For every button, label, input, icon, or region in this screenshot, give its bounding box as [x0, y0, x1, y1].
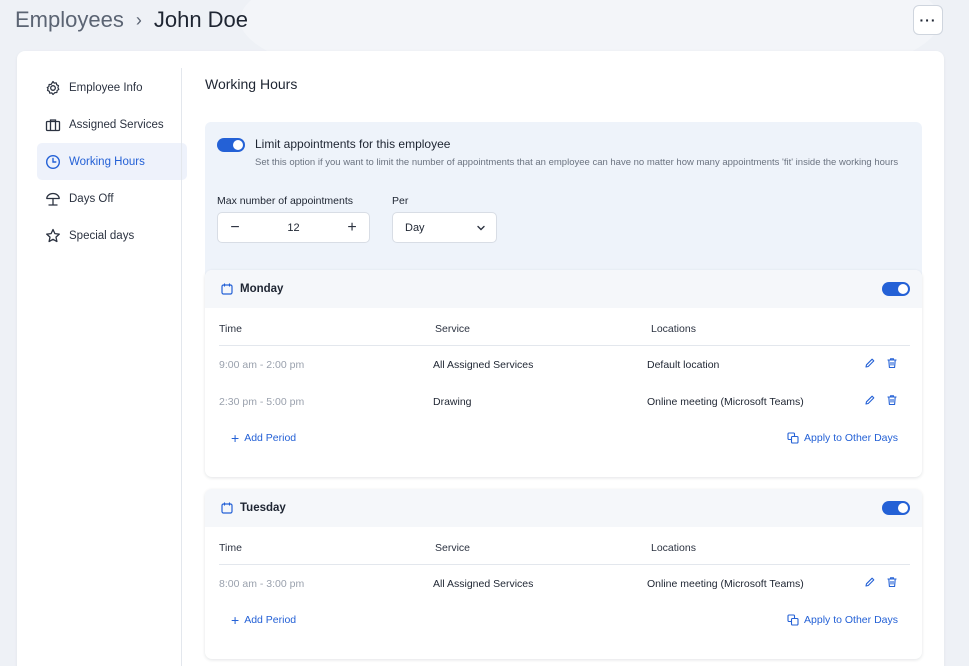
- period-time: 8:00 am - 3:00 pm: [219, 578, 305, 590]
- day-header: Monday: [205, 270, 922, 308]
- decrement-button[interactable]: −: [228, 219, 242, 237]
- employee-card: Employee Info Assigned Services Working …: [17, 51, 944, 666]
- trash-icon[interactable]: [886, 357, 898, 369]
- per-select[interactable]: Day: [392, 212, 497, 243]
- sidebar-item-employee-info[interactable]: Employee Info: [37, 69, 187, 106]
- period-location: Default location: [647, 359, 720, 371]
- period-location: Online meeting (Microsoft Teams): [647, 578, 804, 590]
- day-enabled-toggle[interactable]: [882, 501, 910, 515]
- add-period-button[interactable]: + Add Period: [231, 430, 297, 446]
- max-appointments-stepper: − 12 +: [217, 212, 370, 243]
- limit-appointments-help: Set this option if you want to limit the…: [255, 157, 899, 168]
- table-header: Time Service Locations: [219, 527, 910, 565]
- chevron-down-icon: [476, 223, 486, 233]
- add-period-button[interactable]: + Add Period: [231, 612, 297, 628]
- section-title: Working Hours: [205, 76, 298, 92]
- column-locations: Locations: [651, 323, 696, 335]
- breadcrumb-separator: ›: [135, 9, 142, 30]
- sidebar-item-label: Assigned Services: [69, 118, 164, 131]
- day-card-monday: Monday Time Service Locations 9:00 am - …: [205, 270, 922, 477]
- edit-icon[interactable]: [864, 357, 876, 369]
- sidebar-item-days-off[interactable]: Days Off: [37, 180, 187, 217]
- max-appointments-value[interactable]: 12: [287, 222, 299, 234]
- period-time: 9:00 am - 2:00 pm: [219, 359, 305, 371]
- day-name: Tuesday: [240, 502, 286, 514]
- add-period-label: Add Period: [244, 432, 297, 444]
- calendar-icon: [221, 502, 233, 514]
- column-service: Service: [435, 542, 471, 554]
- column-time: Time: [219, 542, 242, 554]
- plus-icon: +: [231, 612, 240, 628]
- apply-to-other-days-label: Apply to Other Days: [804, 614, 898, 626]
- day-enabled-toggle[interactable]: [882, 282, 910, 296]
- calendar-icon: [221, 283, 233, 295]
- sidebar-item-label: Days Off: [69, 192, 114, 205]
- edit-icon[interactable]: [864, 576, 876, 588]
- column-time: Time: [219, 323, 242, 335]
- period-time: 2:30 pm - 5:00 pm: [219, 396, 305, 408]
- sidebar-item-special-days[interactable]: Special days: [37, 217, 187, 254]
- period-location: Online meeting (Microsoft Teams): [647, 396, 804, 408]
- plus-icon: +: [231, 430, 240, 446]
- day-footer: + Add Period Apply to Other Days: [219, 602, 910, 639]
- add-period-label: Add Period: [244, 614, 297, 626]
- breadcrumb: Employees › John Doe: [15, 5, 248, 35]
- apply-to-other-days-label: Apply to Other Days: [804, 432, 898, 444]
- table-header: Time Service Locations: [219, 308, 910, 346]
- table-row: 9:00 am - 2:00 pm All Assigned Services …: [219, 346, 910, 383]
- day-footer: + Add Period Apply to Other Days: [219, 420, 910, 457]
- page-title: John Doe: [153, 7, 249, 32]
- day-card-tuesday: Tuesday Time Service Locations 8:00 am -…: [205, 489, 922, 659]
- sidebar-item-label: Working Hours: [69, 155, 145, 168]
- table-row: 8:00 am - 3:00 pm All Assigned Services …: [219, 565, 910, 602]
- edit-icon[interactable]: [864, 394, 876, 406]
- copy-icon: [787, 432, 799, 444]
- breadcrumb-employees[interactable]: Employees: [15, 7, 124, 33]
- day-name: Monday: [240, 283, 284, 295]
- limit-appointments-toggle[interactable]: [217, 138, 245, 152]
- sidebar: Employee Info Assigned Services Working …: [37, 69, 187, 254]
- limit-appointments-label: Limit appointments for this employee: [255, 137, 451, 151]
- column-locations: Locations: [651, 542, 696, 554]
- column-service: Service: [435, 323, 471, 335]
- clock-icon: [45, 154, 61, 170]
- period-service: All Assigned Services: [433, 578, 534, 590]
- apply-to-other-days-button[interactable]: Apply to Other Days: [787, 432, 898, 444]
- sidebar-item-assigned-services[interactable]: Assigned Services: [37, 106, 187, 143]
- sidebar-item-label: Special days: [69, 229, 135, 242]
- more-options-button[interactable]: ···: [913, 5, 943, 35]
- per-select-value: Day: [405, 221, 425, 234]
- period-service: All Assigned Services: [433, 359, 534, 371]
- max-appointments-label: Max number of appointments: [217, 195, 353, 207]
- trash-icon[interactable]: [886, 576, 898, 588]
- increment-button[interactable]: +: [345, 219, 359, 237]
- table-row: 2:30 pm - 5:00 pm Drawing Online meeting…: [219, 383, 910, 420]
- day-header: Tuesday: [205, 489, 922, 527]
- sidebar-divider: [181, 68, 182, 666]
- beach-umbrella-icon: [45, 191, 61, 207]
- sidebar-item-working-hours[interactable]: Working Hours: [37, 143, 187, 180]
- star-icon: [45, 228, 61, 244]
- trash-icon[interactable]: [886, 394, 898, 406]
- period-service: Drawing: [433, 396, 472, 408]
- briefcase-icon: [45, 117, 61, 133]
- apply-to-other-days-button[interactable]: Apply to Other Days: [787, 614, 898, 626]
- sidebar-item-label: Employee Info: [69, 81, 143, 94]
- limit-appointments-panel: Limit appointments for this employee Set…: [205, 122, 922, 282]
- gear-icon: [45, 80, 61, 96]
- copy-icon: [787, 614, 799, 626]
- per-label: Per: [392, 195, 409, 207]
